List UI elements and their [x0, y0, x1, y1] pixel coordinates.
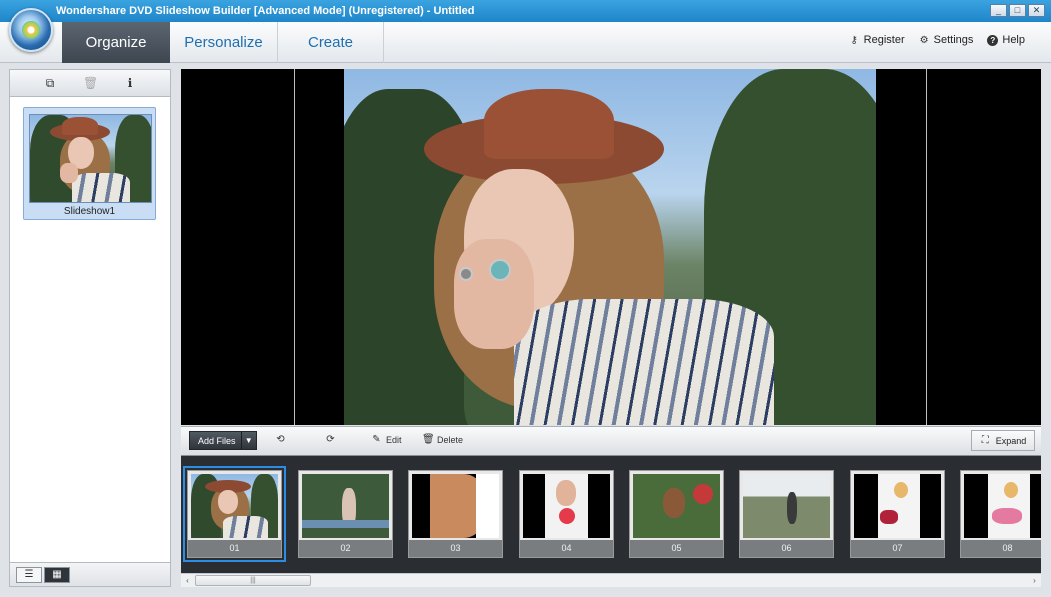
delete-label: Delete [437, 434, 464, 445]
delete-button[interactable]: 🗑 Delete [422, 434, 463, 445]
pencil-icon: ✎ [372, 434, 381, 445]
chevron-down-icon[interactable]: ▼ [240, 432, 256, 449]
film-frame[interactable]: 07 [850, 470, 945, 558]
tab-organize[interactable]: Organize [62, 22, 170, 63]
window-title: Wondershare DVD Slideshow Builder [Advan… [56, 5, 475, 17]
info-icon[interactable]: ℹ [123, 76, 137, 90]
minimize-button[interactable]: _ [990, 4, 1007, 17]
help-icon: ? [987, 34, 999, 46]
view-toggle-bar: ☰ ▦ [10, 562, 170, 586]
rotate-right-button[interactable]: ⟳ [325, 434, 336, 445]
frame-number: 02 [299, 540, 392, 557]
slideshow-list-panel: ⧉ 🗑 ℹ Slideshow1 ☰ ▦ [9, 69, 171, 587]
frame-image [964, 474, 1041, 538]
safe-area-line-left [294, 69, 295, 425]
scroll-left-icon[interactable]: ‹ [181, 574, 194, 587]
film-frame[interactable]: 02 [298, 470, 393, 558]
tab-create[interactable]: Create [278, 22, 384, 63]
frame-image [523, 474, 610, 538]
trash-icon[interactable]: 🗑 [83, 76, 98, 90]
slideshow-toolbar: ⧉ 🗑 ℹ [10, 70, 170, 97]
frame-number: 07 [851, 540, 944, 557]
tab-personalize[interactable]: Personalize [170, 22, 278, 63]
add-files-label: Add Files [198, 435, 236, 446]
expand-button[interactable]: ⛶ Expand [971, 430, 1035, 451]
frame-image [854, 474, 941, 538]
main-tabs: Organize Personalize Create [62, 22, 384, 63]
rotate-right-icon: ⟳ [326, 434, 335, 445]
frame-image [633, 474, 720, 538]
film-frame[interactable]: 04 [519, 470, 614, 558]
frame-image [302, 474, 389, 538]
frame-number: 06 [740, 540, 833, 557]
frame-number: 03 [409, 540, 502, 557]
slideshow-item[interactable]: Slideshow1 [23, 107, 156, 220]
settings-link[interactable]: ⚙ Settings [919, 34, 974, 46]
safe-area-line-right [926, 69, 927, 425]
preview-photo [344, 69, 876, 425]
frame-number: 01 [188, 540, 281, 557]
slideshow-label: Slideshow1 [63, 206, 116, 217]
add-slideshow-icon[interactable]: ⧉ [43, 76, 57, 90]
close-button[interactable]: ✕ [1028, 4, 1045, 17]
frame-image [743, 474, 830, 538]
main-menubar: Organize Personalize Create ⚷ Register ⚙… [0, 22, 1051, 63]
title-bar: Wondershare DVD Slideshow Builder [Advan… [0, 0, 1051, 22]
key-icon: ⚷ [850, 34, 858, 46]
list-view-icon[interactable]: ☰ [16, 567, 42, 583]
frame-number: 08 [961, 540, 1041, 557]
thumbnail-view-icon[interactable]: ▦ [44, 567, 70, 583]
filmstrip-scrollbar[interactable]: ‹ ||| › [181, 573, 1041, 587]
rotate-left-icon: ⟲ [276, 434, 285, 445]
trash-icon: 🗑 [422, 434, 435, 445]
maximize-button[interactable]: □ [1009, 4, 1026, 17]
film-frame[interactable]: 01 [183, 466, 286, 562]
scroll-thumb[interactable]: ||| [195, 575, 311, 586]
register-label: Register [863, 34, 905, 46]
rotate-left-button[interactable]: ⟲ [275, 434, 286, 445]
frame-image [412, 474, 499, 538]
edit-label: Edit [386, 434, 402, 445]
preview-area [181, 69, 1041, 425]
app-logo-icon[interactable] [9, 8, 53, 52]
settings-label: Settings [933, 34, 974, 46]
slideshow-thumbnail [29, 114, 152, 203]
filmstrip: 01 02 03 04 05 06 07 08 [181, 456, 1041, 573]
window-controls: _ □ ✕ [990, 4, 1045, 17]
expand-label: Expand [995, 435, 1027, 446]
frame-number: 04 [520, 540, 613, 557]
film-frame[interactable]: 03 [408, 470, 503, 558]
help-label: Help [1002, 34, 1025, 46]
gear-icon: ⚙ [919, 34, 929, 46]
expand-icon: ⛶ [981, 435, 989, 446]
edit-button[interactable]: ✎ Edit [371, 434, 402, 445]
scroll-right-icon[interactable]: › [1028, 574, 1041, 587]
frame-image [191, 474, 278, 538]
frame-number: 05 [630, 540, 723, 557]
add-files-button[interactable]: Add Files ▼ [189, 431, 257, 450]
film-frame[interactable]: 05 [629, 470, 724, 558]
film-frame[interactable]: 06 [739, 470, 834, 558]
help-link[interactable]: ? Help [987, 34, 1025, 46]
photo-action-bar: Add Files ▼ ⟲ ⟳ ✎ Edit 🗑 Delete ⛶ Expand [181, 426, 1041, 456]
film-frame[interactable]: 08 [960, 470, 1041, 558]
top-actions: ⚷ Register ⚙ Settings ? Help [849, 34, 1025, 46]
register-link[interactable]: ⚷ Register [849, 34, 905, 46]
